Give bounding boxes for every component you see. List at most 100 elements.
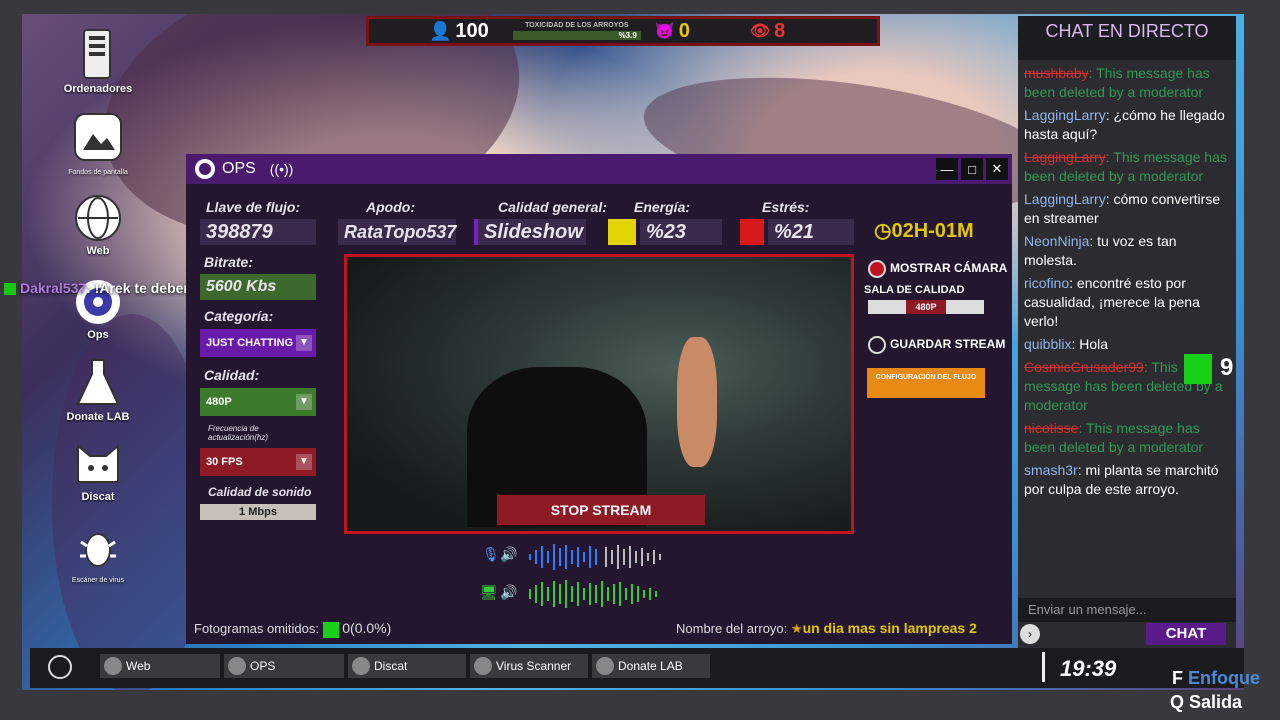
focus-key: F <box>1172 668 1183 688</box>
desktop-icon-web[interactable]: Web <box>50 194 146 257</box>
taskbar-label: OPS <box>250 659 276 673</box>
dropped-frames-indicator <box>322 621 339 638</box>
exit-hint: Q Salida <box>1170 692 1242 713</box>
chat-username[interactable]: CosmicCrusader99 <box>1024 359 1144 375</box>
image-icon <box>74 113 122 161</box>
energy-swatch <box>608 219 636 245</box>
chat-username[interactable]: LaggingLarry <box>1024 107 1106 123</box>
chat-username[interactable]: mushbaby <box>1024 65 1089 81</box>
ops-window: OPS ((•)) — □ ✕ Llave de flujo: 398879 A… <box>186 154 1012 644</box>
refresh-dropdown[interactable]: 30 FPS ▼ <box>200 448 316 476</box>
maximize-button[interactable]: □ <box>961 158 983 180</box>
chat-send-button[interactable]: CHAT <box>1146 623 1226 645</box>
chat-text: : Hola <box>1071 336 1109 352</box>
chat-username[interactable]: LaggingLarry <box>1024 191 1106 207</box>
desktop-icon-discat[interactable]: Discat <box>50 442 146 503</box>
desktop-icon-label: Escáner de virus <box>71 577 125 584</box>
quality-room-value: 480P <box>906 300 946 314</box>
stress-swatch <box>740 219 764 245</box>
close-button[interactable]: ✕ <box>986 158 1008 180</box>
sound-label: Calidad de sonido <box>208 485 312 499</box>
bitrate-label: Bitrate: <box>204 254 254 270</box>
desktop-icon-label: Discat <box>81 491 115 503</box>
toxicity-label: TOXICIDAD DE LOS ARROYOS <box>525 22 629 29</box>
monitor-frame: Ordenadores Fondos de pantalla Web Ops D… <box>0 0 1280 720</box>
desktop-icon-computers[interactable]: Ordenadores <box>50 28 146 95</box>
ops-titlebar: OPS ((•)) — □ ✕ <box>186 154 1012 184</box>
ops-logo-icon <box>195 159 215 179</box>
desktop-icon-label: Fondos de pantalla <box>68 169 128 176</box>
stress-value: %21 <box>768 219 854 245</box>
chat-username[interactable]: NeonNinja <box>1024 233 1089 249</box>
save-stream-toggle[interactable]: GUARDAR STREAM <box>868 336 1005 354</box>
taskbar-label: Discat <box>374 659 408 673</box>
desktop-audio-waveform <box>529 580 657 608</box>
toxicity-bar: %3.9 <box>512 31 641 40</box>
desktop-icon-virus-scanner[interactable]: Escáner de virus <box>50 524 146 585</box>
flask-icon <box>596 657 614 675</box>
taskbar-clock: 19:39 <box>1060 656 1117 681</box>
star-icon: ★ <box>790 621 803 636</box>
microphone-icon: 🎙 <box>482 546 500 562</box>
show-camera-toggle[interactable]: MOSTRAR CÁMARA <box>868 260 1007 278</box>
chat-username[interactable]: nicotisse <box>1024 420 1078 436</box>
computer-icon <box>83 29 111 79</box>
taskbar-item-ops[interactable]: OPS <box>224 654 344 678</box>
taskbar-divider <box>1042 652 1045 682</box>
stress-label: Estrés: <box>762 199 810 215</box>
arrow-right-icon[interactable]: › <box>1020 624 1040 644</box>
chat-username[interactable]: ricofino <box>1024 275 1069 291</box>
desktop-icon-donate-lab[interactable]: Donate LAB <box>50 358 146 423</box>
clock-icon: ◷ <box>874 220 892 242</box>
exit-label: Salida <box>1189 692 1243 712</box>
timer-value: 02H-01M <box>891 220 974 242</box>
ops-title: OPS <box>222 160 256 177</box>
energy-label: Energía: <box>634 199 691 215</box>
refresh-value: 30 FPS <box>206 456 243 468</box>
taskbar-item-donate-lab[interactable]: Donate LAB <box>592 654 710 678</box>
chat-username[interactable]: quibblix <box>1024 336 1071 352</box>
show-camera-label: MOSTRAR CÁMARA <box>890 261 1008 276</box>
sound-value: 1 Mbps <box>200 504 316 520</box>
focus-hint: F Enfoque <box>1172 668 1260 689</box>
quality-general-label: Calidad general: <box>498 199 607 215</box>
stream-name: Nombre del arroyo: ★un dia mas sin lampr… <box>676 620 977 637</box>
stream-name-label: Nombre del arroyo: <box>676 621 788 636</box>
cat-icon <box>352 657 370 675</box>
chat-message: LaggingLarry: cómo convertirse en stream… <box>1024 190 1230 228</box>
chat-input[interactable]: Enviar un mensaje... <box>1018 598 1236 622</box>
desktop-icon-wallpapers[interactable]: Fondos de pantalla <box>50 112 146 177</box>
stream-config-button[interactable]: CONFIGURACIÓN DEL FLUJO <box>867 368 985 398</box>
taskbar-item-discat[interactable]: Discat <box>348 654 466 678</box>
ops-logo-icon <box>228 657 246 675</box>
category-dropdown[interactable]: JUST CHATTING ▼ <box>200 329 316 357</box>
kick-badge-icon <box>4 283 16 296</box>
overlay-chat-user: Dakral537 <box>20 280 87 296</box>
kick-badge-count: 9 <box>1220 354 1234 381</box>
dropped-frames-label: Fotogramas omitidos: <box>194 621 319 636</box>
stop-stream-button[interactable]: STOP STREAM <box>497 495 705 525</box>
bug-icon <box>80 533 116 567</box>
taskbar-item-virus-scanner[interactable]: Virus Scanner <box>470 654 588 678</box>
exit-key: Q <box>1170 692 1185 712</box>
minimize-button[interactable]: — <box>936 158 958 180</box>
chat-username[interactable]: LaggingLarry <box>1024 149 1106 165</box>
speaker-icon: 🔊 <box>500 584 518 600</box>
chat-username[interactable]: smash3r <box>1024 462 1078 478</box>
chat-messages[interactable]: mushbaby: This message has been deleted … <box>1018 60 1236 507</box>
taskbar-item-web[interactable]: Web <box>100 654 220 678</box>
nickname-value: RataTopo537 <box>338 219 456 245</box>
chat-message: nicotisse: This message has been deleted… <box>1024 419 1230 457</box>
desktop-icon-label: Donate LAB <box>66 411 130 423</box>
kick-badge-icon <box>1184 354 1212 384</box>
desktop-icon-label: Ordenadores <box>63 83 133 95</box>
desktop-icon-label: Web <box>86 245 110 257</box>
stream-key-value: 398879 <box>200 219 316 245</box>
chat-message: LaggingLarry: ¿cómo he llegado hasta aqu… <box>1024 106 1230 144</box>
globe-icon <box>75 195 121 241</box>
chat-message: ricofino: encontré esto por casualidad, … <box>1024 274 1230 331</box>
mic-waveform <box>529 544 661 570</box>
start-button[interactable] <box>48 655 72 679</box>
quality-dropdown[interactable]: 480P ▼ <box>200 388 316 416</box>
stream-timer: ◷02H-01M <box>874 218 974 243</box>
